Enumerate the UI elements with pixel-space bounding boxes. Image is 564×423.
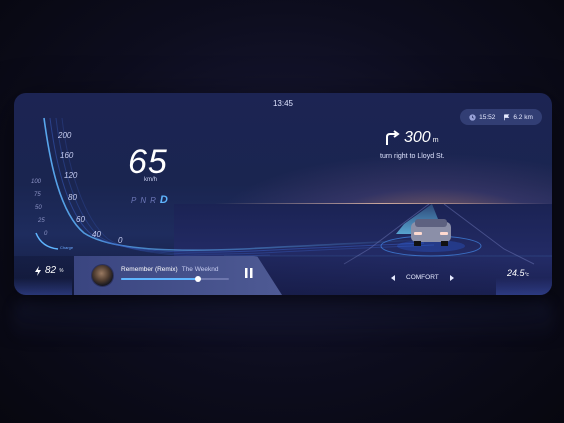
clock-time: 13:45 [272,99,294,108]
speed-unit: km/h [144,177,158,183]
speed-tick: 160 [60,151,74,160]
nav-instruction: turn right to Lloyd St. [380,153,445,160]
speed-tick: 0 [118,236,123,245]
gear-r: R [150,196,160,205]
progress-fill [121,278,201,280]
song-title: Remember (Remix) [121,266,178,273]
speed-tick: 60 [76,215,85,224]
gear-active: D [159,194,172,206]
flag-icon [504,113,510,120]
chevron-left-icon[interactable] [391,274,396,281]
progress-knob[interactable] [195,276,201,282]
media-player: Remember (Remix) The Weeknd [74,256,282,295]
battery-level: 82% [34,265,64,276]
album-art[interactable] [91,264,114,287]
remaining-distance: 6.2 km [513,113,533,121]
song-info: Remember (Remix) The Weeknd [121,266,218,273]
charge-tick: 75 [34,192,41,198]
charge-tick: 100 [31,179,42,185]
lightning-icon [35,265,41,276]
speed-tick: 40 [92,230,101,239]
charge-tick: 25 [38,218,45,224]
gear-p: P [131,196,141,205]
eta-time: 15:52 [479,113,496,121]
speed-tick: 200 [58,131,72,140]
gear-selector: PNRD [131,194,172,206]
drive-mode-selector: COMFORT [391,274,454,281]
dashboard-reflection [14,300,552,340]
charge-tick: 50 [35,205,42,211]
charge-tick: 0 [44,231,48,237]
drive-mode-label: COMFORT [406,274,439,281]
gear-n: N [140,196,151,205]
pause-icon[interactable] [245,268,253,278]
car-icon [411,219,451,246]
instrument-cluster: 13:45 15:52 6.2 km 300 m turn right to Ll… [14,93,552,295]
turn-right-icon [386,130,400,145]
temperature-glow [496,278,552,295]
speed-tick: 120 [64,171,78,180]
clock-icon [469,113,476,121]
cabin-temperature[interactable]: 24.5°c [507,268,529,278]
progress-track[interactable] [121,278,229,280]
trip-info-chip: 15:52 6.2 km [460,109,542,125]
battery-glow [14,278,72,295]
song-artist: The Weeknd [181,266,219,273]
nav-distance: 300 m [404,129,439,146]
chevron-right-icon[interactable] [449,274,454,281]
charge-label: Charge [60,245,74,250]
speed-tick: 80 [68,193,77,202]
